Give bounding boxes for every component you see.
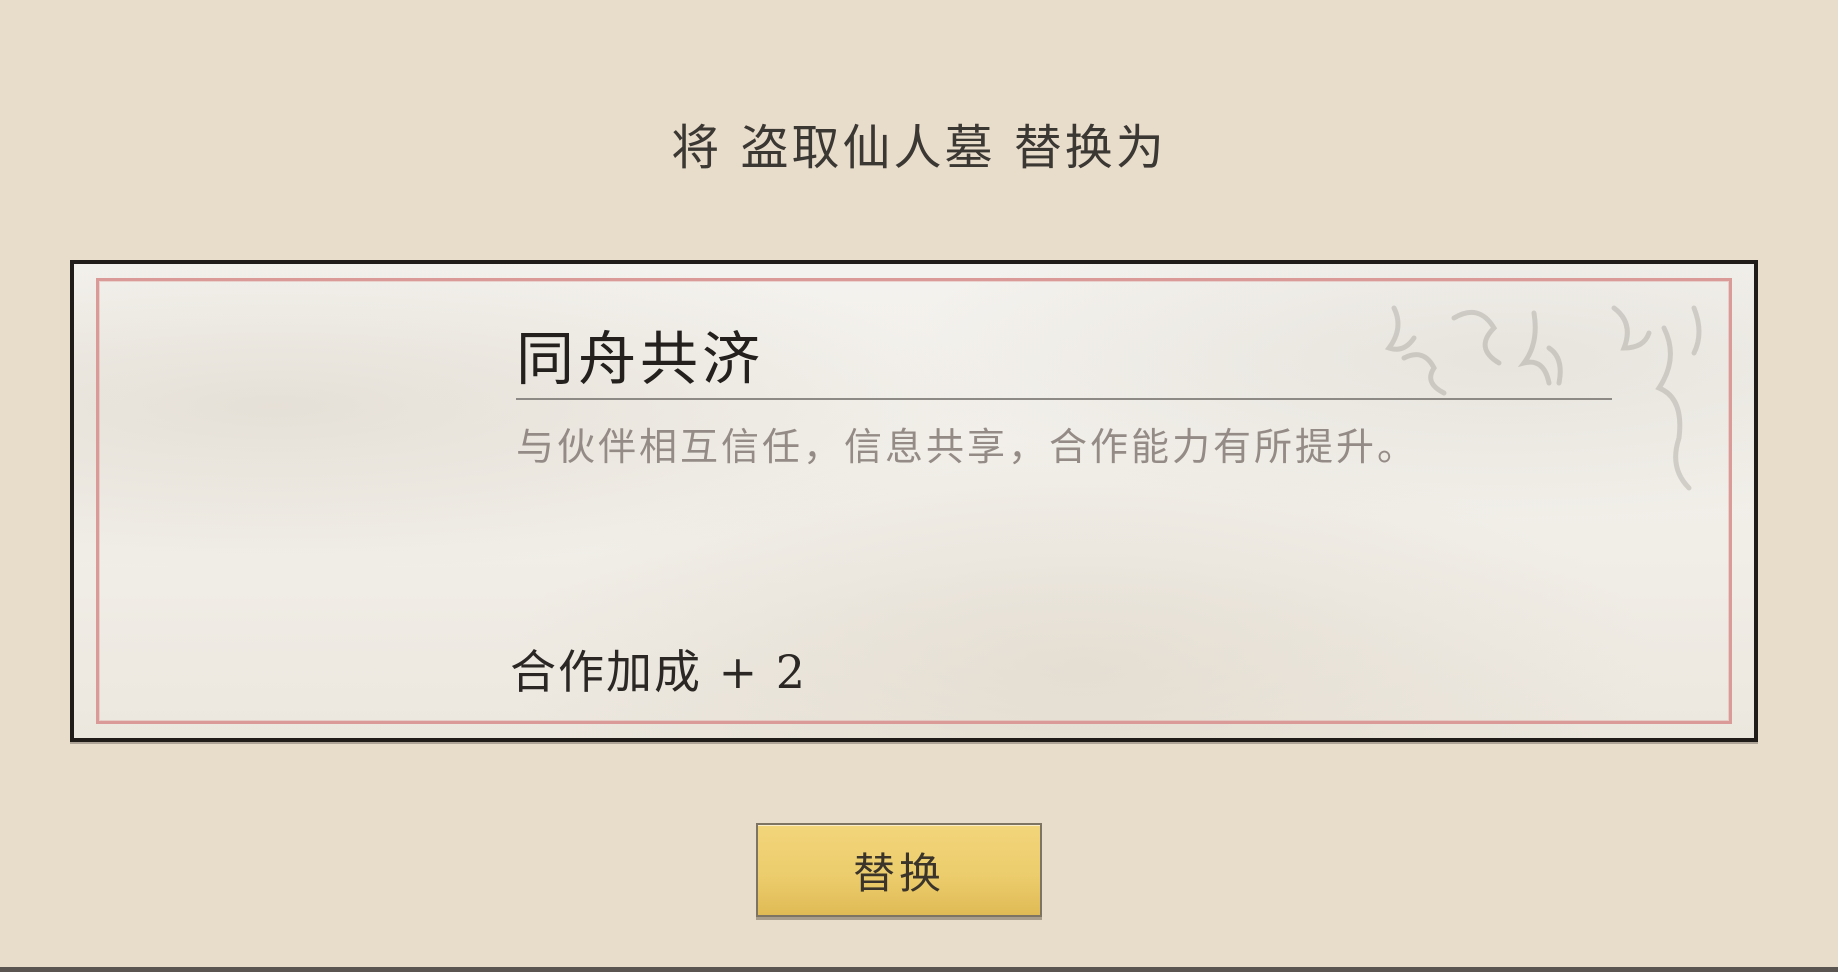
replace-button[interactable]: 替换: [756, 823, 1042, 917]
trait-bonus: 合作加成 + 2: [510, 645, 808, 699]
trait-title: 同舟共济: [516, 325, 765, 393]
trait-description: 与伙伴相互信任，信息共享，合作能力有所提升。: [516, 425, 1419, 469]
calligraphy-decoration: [1384, 305, 1702, 491]
card-inner-border: [96, 278, 1732, 724]
title-divider: [516, 398, 1612, 400]
replace-prompt-title: 将 盗取仙人墓 替换为: [671, 120, 1167, 176]
trait-card: 同舟共济 与伙伴相互信任，信息共享，合作能力有所提升。 合作加成 + 2: [70, 260, 1758, 742]
bottom-edge-bar: [0, 967, 1838, 972]
replace-button-label: 替换: [852, 848, 945, 898]
